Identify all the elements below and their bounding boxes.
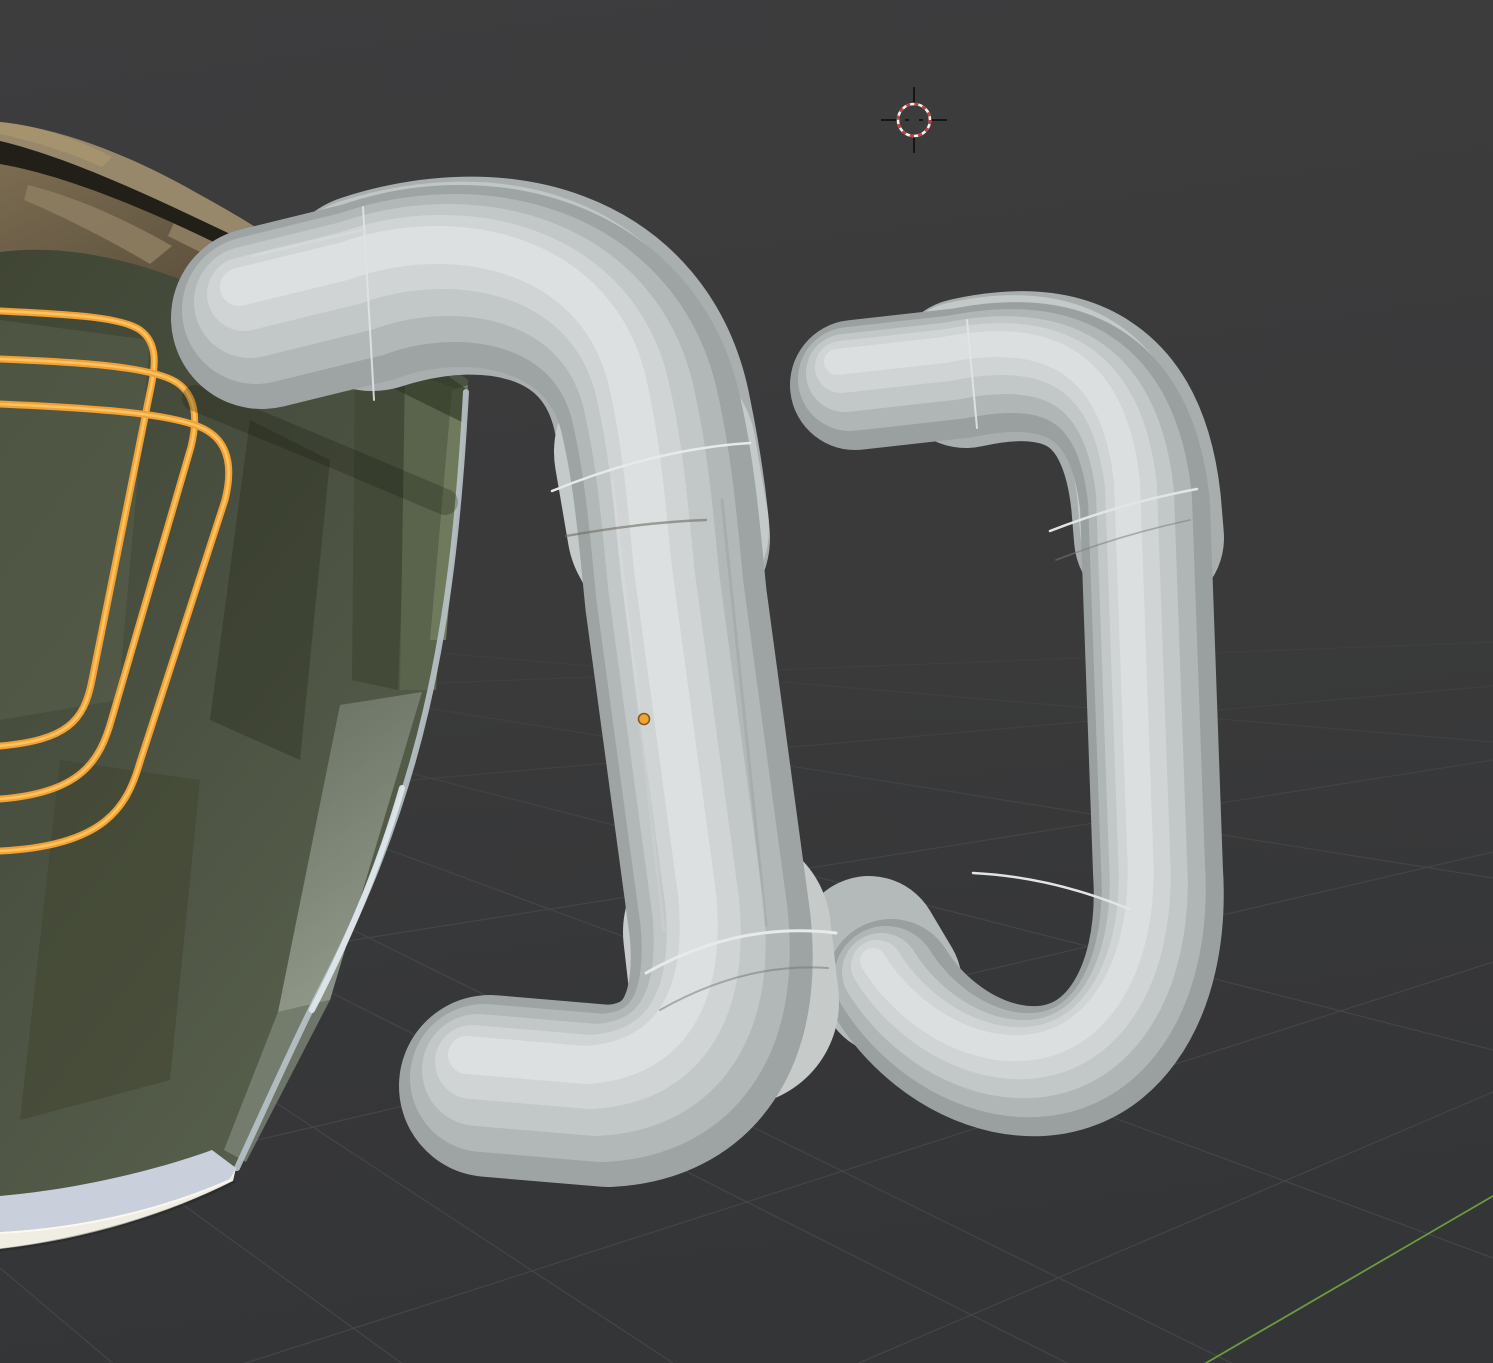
viewport-canvas[interactable] — [0, 0, 1493, 1363]
object-origin-dot[interactable] — [639, 714, 650, 725]
blender-3d-viewport[interactable] — [0, 0, 1493, 1363]
